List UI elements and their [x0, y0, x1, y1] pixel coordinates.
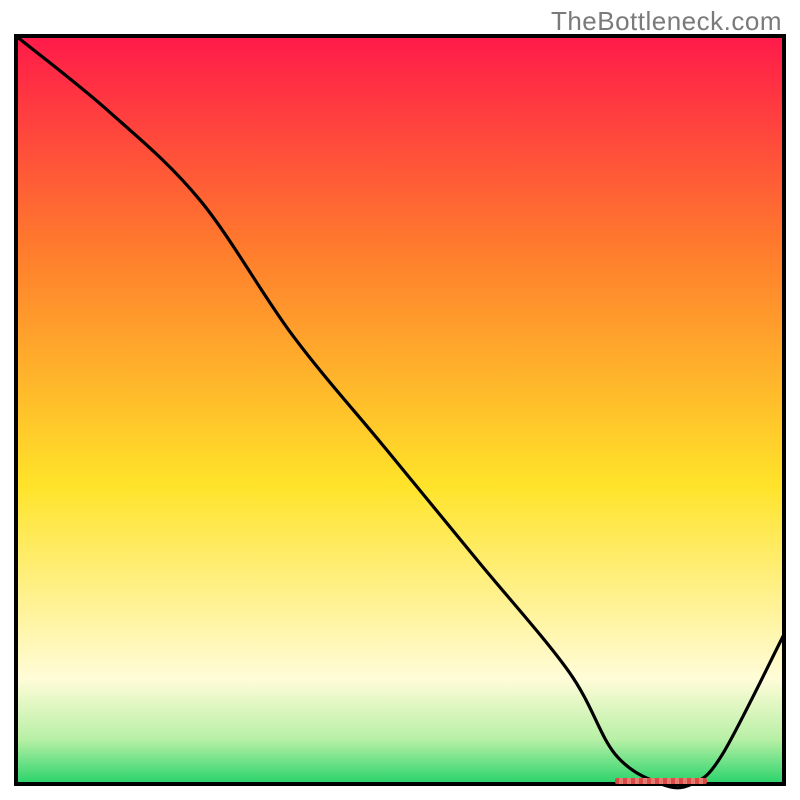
chart-stage: TheBottleneck.com — [0, 0, 800, 800]
optimal-range-marker — [615, 778, 707, 784]
watermark-text: TheBottleneck.com — [551, 6, 782, 37]
plot-background — [16, 36, 784, 784]
chart-svg — [0, 0, 800, 800]
